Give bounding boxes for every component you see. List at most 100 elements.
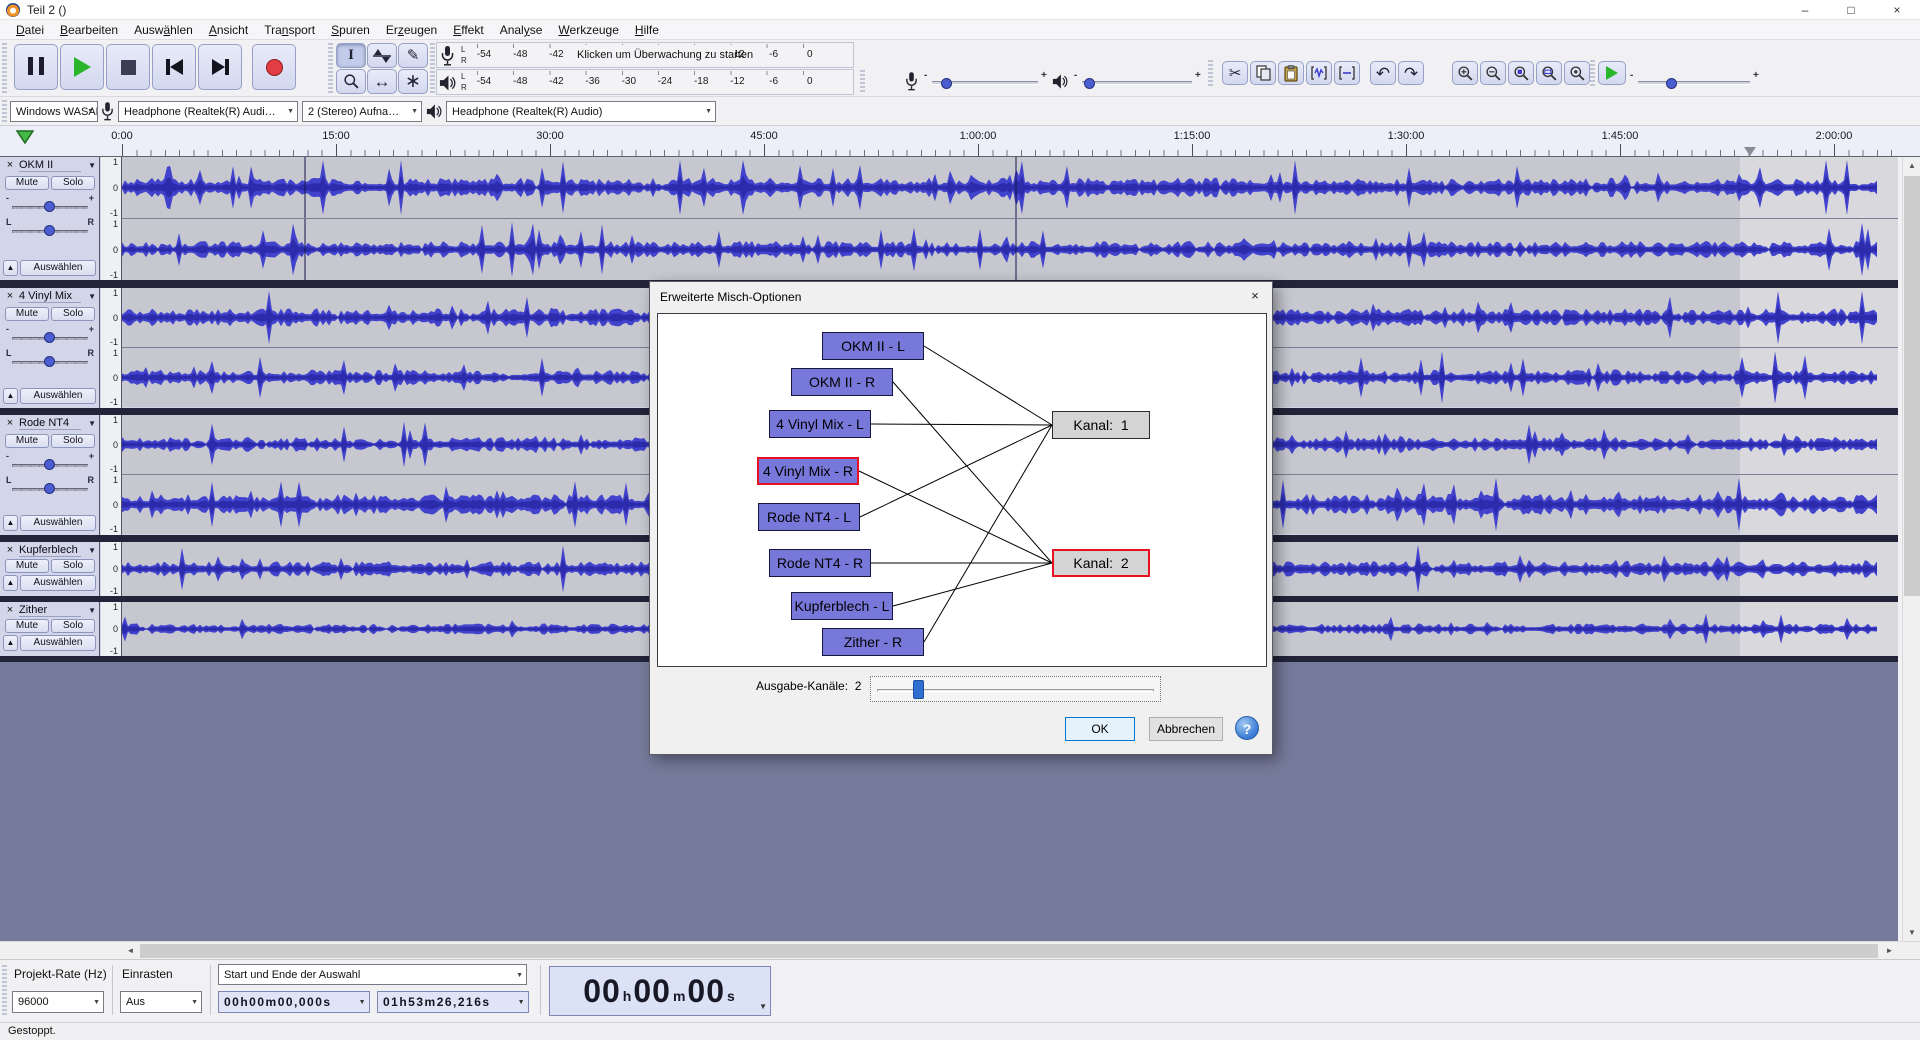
record-channels-combo[interactable]: 2 (Stereo) Aufnahmekanäle▼ bbox=[302, 101, 422, 122]
cancel-button[interactable]: Abbrechen bbox=[1149, 717, 1223, 741]
cut-button[interactable]: ✂ bbox=[1222, 61, 1248, 85]
track-control-panel[interactable]: × 4 Vinyl Mix ▼ Mute Solo - + L R ▲ Auswählen bbox=[0, 288, 100, 408]
solo-button[interactable]: Solo bbox=[51, 559, 95, 573]
timeshift-tool-button[interactable]: ↔ bbox=[367, 69, 397, 94]
copy-button[interactable] bbox=[1250, 61, 1276, 85]
zoom-out-button[interactable] bbox=[1480, 61, 1506, 85]
record-volume-thumb[interactable] bbox=[941, 78, 952, 89]
selbar-gripper[interactable] bbox=[2, 965, 7, 1015]
tools-gripper[interactable] bbox=[328, 43, 333, 93]
menu-item-bearbeiten[interactable]: Bearbeiten bbox=[52, 20, 126, 40]
pan-slider-thumb[interactable] bbox=[44, 483, 55, 494]
track-control-panel[interactable]: × Kupferblech ▼ Mute Solo ▲ Auswählen bbox=[0, 542, 100, 596]
track-menu-icon[interactable]: ▼ bbox=[88, 606, 96, 615]
envelope-tool-button[interactable] bbox=[367, 43, 397, 68]
mixer-box-kupfer-l[interactable]: Kupferblech - L bbox=[791, 592, 893, 620]
track-control-panel[interactable]: × Rode NT4 ▼ Mute Solo - + L R ▲ Auswählen bbox=[0, 415, 100, 535]
track-control-panel[interactable]: × OKM II ▼ Mute Solo - + L R ▲ Auswählen bbox=[0, 157, 100, 280]
track-vertical-ruler[interactable]: 1 0 -1 bbox=[101, 542, 122, 596]
monitoring-message[interactable]: Klicken um Überwachung zu starten bbox=[577, 45, 753, 65]
scroll-left-icon[interactable]: ◄ bbox=[122, 943, 139, 959]
edit-gripper[interactable] bbox=[1208, 60, 1213, 88]
track-menu-icon[interactable]: ▼ bbox=[88, 292, 96, 301]
horizontal-scrollbar-thumb[interactable] bbox=[140, 944, 1878, 958]
collapse-button[interactable]: ▲ bbox=[3, 260, 18, 276]
solo-button[interactable]: Solo bbox=[51, 619, 95, 633]
playback-volume-slider[interactable] bbox=[1082, 78, 1192, 89]
skip-to-end-button[interactable] bbox=[198, 44, 242, 90]
track-name[interactable]: Zither bbox=[19, 604, 81, 617]
mixer-box-ch2[interactable]: Kanal: 2 bbox=[1052, 549, 1150, 577]
gain-slider-thumb[interactable] bbox=[44, 459, 55, 470]
waveform-channel[interactable] bbox=[122, 157, 1898, 218]
playback-meter[interactable]: LR -54 -48 -42 -36 -30 -24 -18 -12 -6 0 bbox=[436, 69, 854, 95]
track-name[interactable]: 4 Vinyl Mix bbox=[19, 290, 81, 303]
play-button[interactable] bbox=[60, 44, 104, 90]
waveform[interactable] bbox=[122, 219, 1898, 280]
gain-slider-thumb[interactable] bbox=[44, 332, 55, 343]
menu-item-erzeugen[interactable]: Erzeugen bbox=[378, 20, 445, 40]
mixer-box-vinyl-l[interactable]: 4 Vinyl Mix - L bbox=[769, 410, 871, 438]
track-menu-icon[interactable]: ▼ bbox=[88, 419, 96, 428]
project-rate-combo[interactable]: 96000 ▼ bbox=[12, 991, 104, 1013]
menu-item-datei[interactable]: Datei bbox=[8, 20, 52, 40]
scroll-right-icon[interactable]: ► bbox=[1881, 943, 1898, 959]
menu-item-werkzeuge[interactable]: Werkzeuge bbox=[550, 20, 626, 40]
multi-tool-button[interactable]: ∗ bbox=[398, 69, 428, 94]
mixer-gripper[interactable] bbox=[860, 70, 865, 94]
track-vertical-ruler[interactable]: 1 0 -1 1 0 -1 bbox=[101, 415, 122, 535]
waveform[interactable] bbox=[122, 157, 1898, 218]
track-close-icon[interactable]: × bbox=[3, 417, 17, 430]
solo-button[interactable]: Solo bbox=[51, 307, 95, 321]
track-close-icon[interactable]: × bbox=[3, 544, 17, 557]
mixer-box-okm-r[interactable]: OKM II - R bbox=[791, 368, 893, 396]
selection-mode-combo[interactable]: Start und Ende der Auswahl ▼ bbox=[218, 964, 527, 985]
play-at-speed-button[interactable] bbox=[1598, 61, 1626, 85]
solo-button[interactable]: Solo bbox=[51, 434, 95, 448]
gain-slider[interactable]: - + bbox=[6, 193, 94, 213]
mixer-box-ch1[interactable]: Kanal: 1 bbox=[1052, 411, 1150, 439]
mute-button[interactable]: Mute bbox=[5, 559, 49, 573]
draw-tool-button[interactable]: ✎ bbox=[398, 43, 428, 68]
record-device-combo[interactable]: Headphone (Realtek(R) Audio) (loopback)▼ bbox=[118, 101, 298, 122]
gain-slider[interactable]: - + bbox=[6, 324, 94, 344]
track-vertical-ruler[interactable]: 1 0 -1 1 0 -1 bbox=[101, 157, 122, 280]
select-button[interactable]: Auswählen bbox=[20, 260, 96, 276]
select-button[interactable]: Auswählen bbox=[20, 635, 96, 651]
collapse-button[interactable]: ▲ bbox=[3, 635, 18, 651]
collapse-button[interactable]: ▲ bbox=[3, 575, 18, 591]
waveform-channel[interactable] bbox=[122, 219, 1898, 280]
snap-combo[interactable]: Aus ▼ bbox=[120, 991, 202, 1013]
track-close-icon[interactable]: × bbox=[3, 604, 17, 617]
undo-button[interactable]: ↶ bbox=[1370, 61, 1396, 85]
play-speed-slider[interactable] bbox=[1638, 78, 1750, 89]
playback-volume-thumb[interactable] bbox=[1084, 78, 1095, 89]
pan-slider-thumb[interactable] bbox=[44, 356, 55, 367]
selection-tool-button[interactable]: I bbox=[336, 43, 366, 68]
vertical-scrollbar[interactable]: ▲ ▼ bbox=[1902, 157, 1920, 941]
menu-item-effekt[interactable]: Effekt bbox=[445, 20, 491, 40]
record-button[interactable] bbox=[252, 44, 296, 90]
menu-item-hilfe[interactable]: Hilfe bbox=[627, 20, 667, 40]
zoom-tool-button[interactable] bbox=[336, 69, 366, 94]
stop-button[interactable] bbox=[106, 44, 150, 90]
horizontal-scrollbar[interactable]: ◄ ► bbox=[0, 941, 1920, 959]
track-control-panel[interactable]: × Zither ▼ Mute Solo ▲ Auswählen bbox=[0, 602, 100, 656]
track-vertical-ruler[interactable]: 1 0 -1 bbox=[101, 602, 122, 656]
scroll-down-icon[interactable]: ▼ bbox=[1903, 924, 1920, 941]
timeline-ruler[interactable]: 0:00 15:00 30:00 45:00 1:00:00 1:15:00 1:30:00… bbox=[0, 126, 1920, 157]
track-name[interactable]: OKM II bbox=[19, 159, 81, 172]
menu-item-auswählen[interactable]: Auswählen bbox=[126, 20, 201, 40]
pause-button[interactable] bbox=[14, 44, 58, 90]
minimize-button[interactable]: – bbox=[1782, 0, 1828, 20]
mixer-box-vinyl-r[interactable]: 4 Vinyl Mix - R bbox=[757, 457, 859, 485]
track-name[interactable]: Rode NT4 bbox=[19, 417, 81, 430]
redo-button[interactable]: ↷ bbox=[1398, 61, 1424, 85]
solo-button[interactable]: Solo bbox=[51, 176, 95, 190]
zoom-in-button[interactable] bbox=[1452, 61, 1478, 85]
pan-slider[interactable]: LR bbox=[6, 348, 94, 368]
paste-button[interactable] bbox=[1278, 61, 1304, 85]
zoom-toggle-button[interactable] bbox=[1564, 61, 1590, 85]
mixer-box-rode-r[interactable]: Rode NT4 - R bbox=[769, 549, 871, 577]
zoom-selection-button[interactable] bbox=[1508, 61, 1534, 85]
